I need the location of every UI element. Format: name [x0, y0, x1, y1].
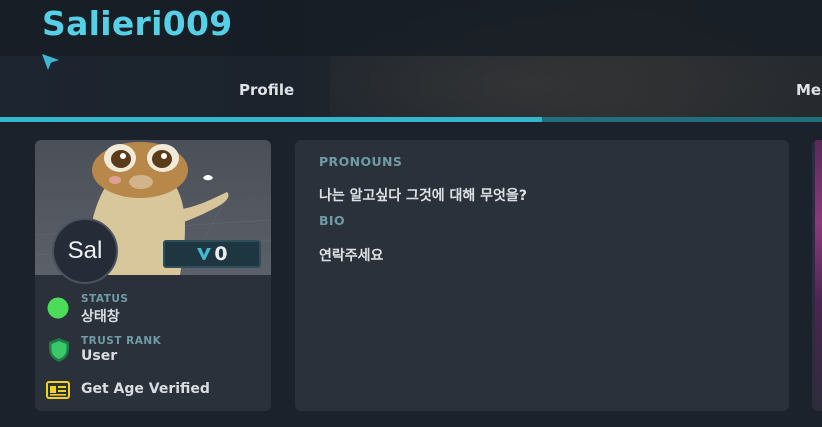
- vrchat-v-icon: [197, 248, 212, 260]
- shield-icon: [49, 338, 69, 362]
- trust-rank-label: TRUST RANK: [81, 335, 162, 347]
- pronouns-label: PRONOUNS: [319, 154, 403, 169]
- username-title: Salieri009: [42, 4, 233, 43]
- next-card-image: [815, 140, 822, 411]
- pronouns-value: 나는 알고싶다 그것에 대해 무엇을?: [319, 188, 527, 204]
- avatar[interactable]: Sal: [52, 218, 118, 284]
- get-age-verified-link[interactable]: Get Age Verified: [81, 381, 210, 397]
- bio-label: BIO: [319, 213, 346, 228]
- next-card-partial: [812, 140, 822, 411]
- status-label: STATUS: [81, 293, 129, 305]
- bio-value: 연락주세요: [319, 248, 384, 264]
- about-card: PRONOUNS 나는 알고싶다 그것에 대해 무엇을? BIO 연락주세요: [295, 140, 789, 411]
- currency-badge: 0: [163, 240, 261, 268]
- currency-value: 0: [214, 243, 228, 265]
- tab-me[interactable]: Me: [796, 81, 821, 99]
- trust-rank-value: User: [81, 348, 118, 364]
- cursor-arrow-icon: [42, 54, 59, 70]
- profile-header: Salieri009 Profile Me: [0, 0, 822, 120]
- status-value: 상태창: [81, 309, 120, 325]
- tab-profile[interactable]: Profile: [239, 81, 294, 99]
- tab-active-indicator: [0, 117, 542, 122]
- status-dot-icon: [47, 297, 69, 319]
- id-card-icon: [46, 381, 70, 399]
- profile-summary-card: Sal 0 STATUS 상태창 TRUST RANK User Get Age…: [35, 140, 271, 411]
